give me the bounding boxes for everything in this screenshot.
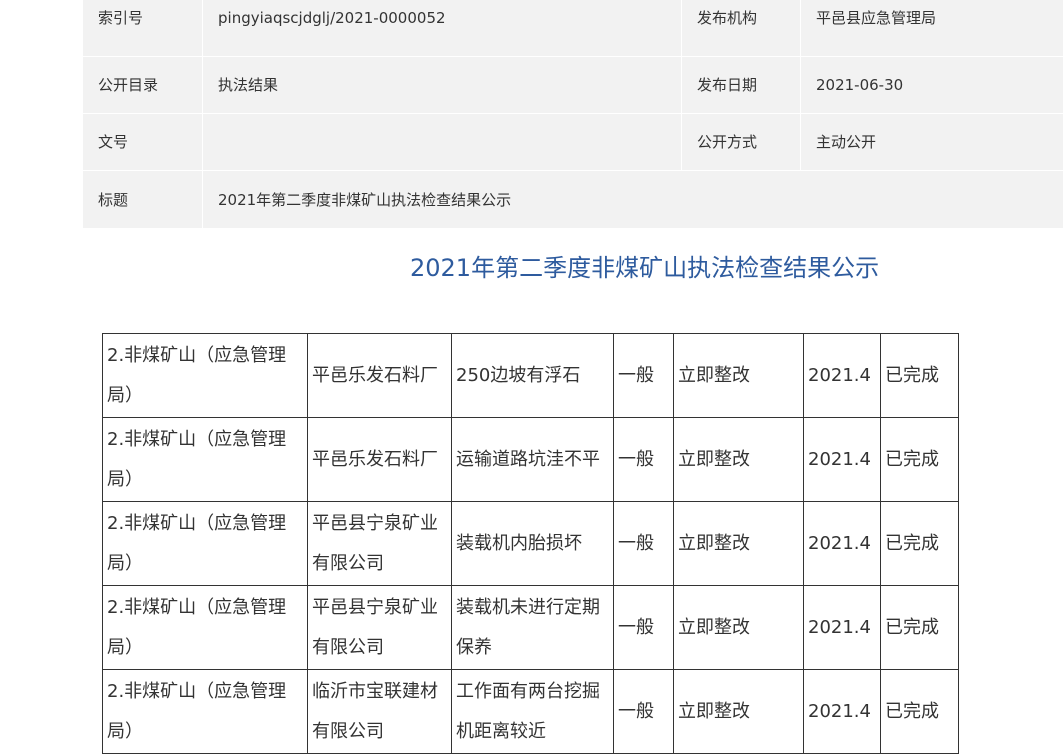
company-cell: 平邑县宁泉矿业有限公司	[307, 501, 452, 586]
action-cell: 立即整改	[673, 501, 804, 586]
page: 索引号 pingyiaqscjdglj/2021-0000052 发布机构 平邑…	[0, 0, 1063, 756]
date-cell: 2021.4	[803, 333, 881, 418]
meta-row-title: 标题 2021年第二季度非煤矿山执法检查结果公示	[83, 171, 1063, 228]
category-cell: 2.非煤矿山（应急管理局）	[102, 333, 308, 418]
action-cell: 立即整改	[673, 333, 804, 418]
status-cell: 已完成	[880, 417, 959, 502]
issue-cell: 工作面有两台挖掘机距离较近	[451, 669, 614, 754]
date-cell: 2021.4	[803, 501, 881, 586]
action-cell: 立即整改	[673, 417, 804, 502]
document-number-label: 文号	[83, 114, 203, 170]
table-row: 2.非煤矿山（应急管理局） 平邑县宁泉矿业有限公司 装载机未进行定期保养 一般 立即整改…	[102, 585, 959, 670]
meta-row-docno: 文号 公开方式 主动公开	[83, 114, 1063, 171]
title-value: 2021年第二季度非煤矿山执法检查结果公示	[218, 190, 512, 209]
action-cell: 立即整改	[673, 669, 804, 754]
publish-date-value: 2021-06-30	[816, 76, 904, 94]
issue-cell: 装载机未进行定期保养	[451, 585, 614, 670]
disclosure-method-label: 公开方式	[682, 114, 801, 170]
issue-cell: 运输道路坑洼不平	[451, 417, 614, 502]
table-row: 2.非煤矿山（应急管理局） 平邑乐发石料厂 250边坡有浮石 一般 立即整改 2021.4…	[102, 333, 959, 418]
status-cell: 已完成	[880, 585, 959, 670]
status-cell: 已完成	[880, 501, 959, 586]
level-cell: 一般	[613, 669, 674, 754]
status-cell: 已完成	[880, 333, 959, 418]
publish-date-label: 发布日期	[682, 57, 801, 113]
title-label: 标题	[83, 171, 203, 228]
issue-cell: 250边坡有浮石	[451, 333, 614, 418]
company-cell: 平邑县宁泉矿业有限公司	[307, 585, 452, 670]
date-cell: 2021.4	[803, 585, 881, 670]
document-number-value	[203, 114, 682, 170]
inspection-results-table: 2.非煤矿山（应急管理局） 平邑乐发石料厂 250边坡有浮石 一般 立即整改 2021.4…	[102, 333, 959, 754]
date-cell: 2021.4	[803, 669, 881, 754]
company-cell: 平邑乐发石料厂	[307, 333, 452, 418]
index-number-value: pingyiaqscjdglj/2021-0000052	[203, 0, 682, 56]
level-cell: 一般	[613, 501, 674, 586]
document-heading: 2021年第二季度非煤矿山执法检查结果公示	[410, 254, 880, 282]
level-cell: 一般	[613, 333, 674, 418]
table-row: 2.非煤矿山（应急管理局） 临沂市宝联建材有限公司 工作面有两台挖掘机距离较近 一般立…	[102, 669, 959, 754]
table-row: 2.非煤矿山（应急管理局） 平邑县宁泉矿业有限公司 装载机内胎损坏 一般 立即整改 202…	[102, 501, 959, 586]
company-cell: 临沂市宝联建材有限公司	[307, 669, 452, 754]
meta-row-catalog: 公开目录 执法结果 发布日期 2021-06-30	[83, 57, 1063, 114]
level-cell: 一般	[613, 417, 674, 502]
catalog-value: 执法结果	[203, 57, 682, 113]
category-cell: 2.非煤矿山（应急管理局）	[102, 417, 308, 502]
category-cell: 2.非煤矿山（应急管理局）	[102, 501, 308, 586]
disclosure-method-value: 主动公开	[816, 133, 877, 151]
issue-cell: 装载机内胎损坏	[451, 501, 614, 586]
index-number-label: 索引号	[83, 0, 203, 56]
catalog-label: 公开目录	[83, 57, 203, 113]
document-metadata-box: 索引号 pingyiaqscjdglj/2021-0000052 发布机构 平邑…	[83, 0, 1063, 228]
level-cell: 一般	[613, 585, 674, 670]
action-cell: 立即整改	[673, 585, 804, 670]
company-cell: 平邑乐发石料厂	[307, 417, 452, 502]
category-cell: 2.非煤矿山（应急管理局）	[102, 585, 308, 670]
meta-row-index: 索引号 pingyiaqscjdglj/2021-0000052 发布机构 平邑…	[83, 0, 1063, 57]
publisher-label: 发布机构	[682, 0, 801, 56]
results-table-body: 2.非煤矿山（应急管理局） 平邑乐发石料厂 250边坡有浮石 一般 立即整改 2021.4…	[102, 333, 959, 754]
date-cell: 2021.4	[803, 417, 881, 502]
status-cell: 已完成	[880, 669, 959, 754]
publisher-value: 平邑县应急管理局	[816, 9, 937, 27]
category-cell: 2.非煤矿山（应急管理局）	[102, 669, 308, 754]
table-row: 2.非煤矿山（应急管理局） 平邑乐发石料厂 运输道路坑洼不平 一般 立即整改 2021.4…	[102, 417, 959, 502]
